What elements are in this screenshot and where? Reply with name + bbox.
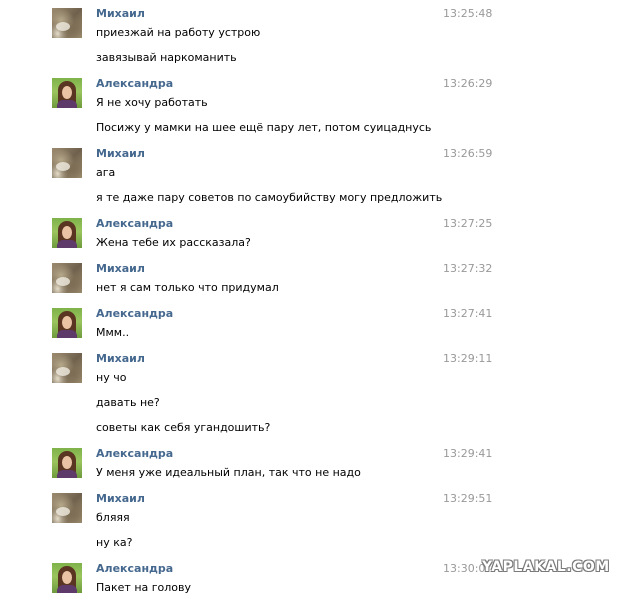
- avatar-body: [57, 470, 77, 478]
- author-name-link[interactable]: Александра: [96, 562, 173, 575]
- avatar[interactable]: [52, 493, 82, 523]
- avatar[interactable]: [52, 563, 82, 593]
- message-timestamp: 13:27:25: [443, 217, 493, 230]
- author-name-link[interactable]: Михаил: [96, 7, 145, 20]
- message-text: ага: [96, 166, 116, 179]
- message-text: советы как себя угандошить?: [96, 421, 271, 434]
- message-text: Ммм..: [96, 326, 130, 339]
- chat-history: Михаил 13:25:48 приезжай на работу устрою з…: [0, 0, 640, 596]
- author-name-link[interactable]: Михаил: [96, 262, 145, 275]
- message-timestamp: 13:29:11: [443, 352, 493, 365]
- avatar-face: [62, 456, 72, 469]
- avatar[interactable]: [52, 78, 82, 108]
- author-name-link[interactable]: Александра: [96, 217, 173, 230]
- message-text: нет я сам только что придумал: [96, 281, 279, 294]
- message-timestamp: 13:27:32: [443, 262, 493, 275]
- avatar[interactable]: [52, 353, 82, 383]
- author-name-link[interactable]: Александра: [96, 307, 173, 320]
- message-text: ну чо: [96, 371, 127, 384]
- message-text: У меня уже идеальный план, так что не на…: [96, 466, 361, 479]
- message-text: Я не хочу работать: [96, 96, 208, 109]
- author-name-link[interactable]: Александра: [96, 77, 173, 90]
- avatar[interactable]: [52, 263, 82, 293]
- message-text: завязывай наркоманить: [96, 51, 237, 64]
- watermark: YAPLAKAL.COM: [482, 559, 610, 575]
- avatar[interactable]: [52, 8, 82, 38]
- avatar-face: [62, 86, 72, 99]
- avatar[interactable]: [52, 148, 82, 178]
- author-name-link[interactable]: Михаил: [96, 492, 145, 505]
- message-text: бляяя: [96, 511, 130, 524]
- message-text: ну ка?: [96, 536, 133, 549]
- message-timestamp: 13:27:41: [443, 307, 493, 320]
- message-text: приезжай на работу устрою: [96, 26, 261, 39]
- avatar-face: [62, 571, 72, 584]
- message-text: давать не?: [96, 396, 160, 409]
- message-timestamp: 13:29:41: [443, 447, 493, 460]
- avatar-body: [57, 330, 77, 338]
- message-text: Жена тебе их рассказала?: [96, 236, 251, 249]
- avatar[interactable]: [52, 448, 82, 478]
- avatar-face: [62, 226, 72, 239]
- message-timestamp: 13:25:48: [443, 7, 493, 20]
- message-timestamp: 13:26:59: [443, 147, 493, 160]
- message-text: Посижу у мамки на шее ещё пару лет, пото…: [96, 121, 432, 134]
- message-timestamp: 13:26:29: [443, 77, 493, 90]
- author-name-link[interactable]: Александра: [96, 447, 173, 460]
- avatar[interactable]: [52, 218, 82, 248]
- message-timestamp: 13:29:51: [443, 492, 493, 505]
- message-text: Пакет на голову: [96, 581, 192, 594]
- avatar-face: [62, 316, 72, 329]
- avatar-body: [57, 585, 77, 593]
- author-name-link[interactable]: Михаил: [96, 147, 145, 160]
- message-text: я те даже пару советов по самоубийству м…: [96, 191, 443, 204]
- avatar[interactable]: [52, 308, 82, 338]
- avatar-body: [57, 100, 77, 108]
- avatar-body: [57, 240, 77, 248]
- author-name-link[interactable]: Михаил: [96, 352, 145, 365]
